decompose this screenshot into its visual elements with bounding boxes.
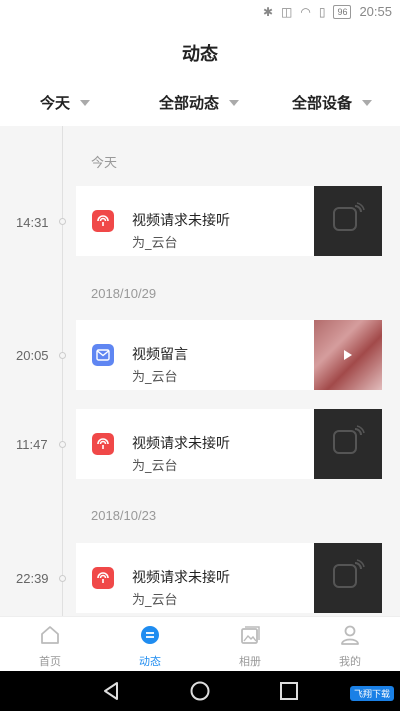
status-bar: ✱ ◫ ◠ ▯ 96 20:55 — [0, 0, 400, 26]
event-time: 20:05 — [16, 348, 49, 363]
event-title: 视频请求未接听 — [132, 436, 230, 452]
caret-down-icon — [229, 99, 240, 106]
event-title: 视频请求未接听 — [132, 570, 230, 586]
tab-profile[interactable]: 我的 — [300, 623, 400, 669]
tab-activity-label: 动态 — [139, 655, 161, 668]
camera-placeholder-icon — [333, 559, 365, 588]
timeline-dot — [59, 441, 66, 448]
bluetooth-icon: ✱ — [262, 4, 273, 19]
home-icon — [41, 626, 59, 644]
back-icon[interactable] — [100, 680, 122, 702]
play-icon[interactable] — [344, 350, 352, 360]
activity-icon — [141, 626, 159, 644]
event-card[interactable]: 视频请求未接听 为_云台 — [76, 186, 382, 256]
filter-bar: 今天 全部动态 全部设备 — [0, 92, 400, 114]
caret-down-icon — [362, 99, 373, 106]
timeline-line — [62, 126, 63, 616]
tab-activity[interactable]: 动态 — [100, 623, 200, 669]
event-time: 11:47 — [16, 437, 48, 452]
status-time: 20:55 — [359, 4, 392, 19]
missed-call-icon — [92, 567, 114, 589]
event-thumbnail[interactable] — [314, 320, 382, 390]
filter-date-label: 今天 — [40, 94, 71, 112]
group-date: 今天 — [91, 155, 118, 170]
bottom-tab-bar: 首页 动态 相册 我的 — [0, 616, 400, 672]
tab-album-label: 相册 — [239, 655, 261, 668]
event-card[interactable]: 视频留言 为_云台 — [76, 320, 382, 390]
caret-down-icon — [80, 99, 91, 106]
message-icon — [92, 344, 114, 366]
missed-call-icon — [92, 433, 114, 455]
sim-icon: ▯ — [318, 4, 326, 19]
group-date: 2018/10/23 — [91, 508, 157, 523]
event-thumbnail[interactable] — [314, 186, 382, 256]
album-icon — [241, 626, 260, 644]
filter-device-label: 全部设备 — [292, 94, 353, 112]
timeline-dot — [59, 218, 66, 225]
event-thumbnail[interactable] — [314, 409, 382, 479]
event-time: 22:39 — [16, 571, 49, 586]
group-date: 2018/10/29 — [91, 286, 157, 301]
tab-profile-label: 我的 — [339, 655, 361, 668]
event-card[interactable]: 视频请求未接听 为_云台 — [76, 543, 382, 613]
page-title: 动态 — [182, 44, 218, 65]
missed-call-icon — [92, 210, 114, 232]
mute-icon: ◫ — [281, 4, 293, 19]
event-device: 为_云台 — [132, 370, 178, 385]
event-device: 为_云台 — [132, 459, 178, 474]
timeline-dot — [59, 352, 66, 359]
battery-indicator: 96 — [333, 4, 352, 19]
home-circle-icon[interactable] — [189, 680, 211, 702]
event-thumbnail[interactable] — [314, 543, 382, 613]
camera-placeholder-icon — [333, 202, 365, 231]
event-device: 为_云台 — [132, 236, 178, 251]
system-nav-bar: 飞翔下载 — [0, 671, 400, 711]
tab-home[interactable]: 首页 — [0, 623, 100, 669]
watermark-logo: 飞翔下载 — [349, 686, 394, 701]
tab-home-label: 首页 — [39, 655, 61, 668]
timeline-dot — [59, 575, 66, 582]
recent-apps-icon[interactable] — [278, 680, 300, 702]
profile-icon — [341, 625, 359, 645]
filter-device[interactable]: 全部设备 — [292, 92, 373, 113]
wifi-icon: ◠ — [300, 4, 311, 19]
event-card[interactable]: 视频请求未接听 为_云台 — [76, 409, 382, 479]
event-device: 为_云台 — [132, 593, 178, 608]
event-title: 视频留言 — [132, 347, 188, 363]
event-title: 视频请求未接听 — [132, 213, 230, 229]
event-time: 14:31 — [16, 215, 49, 230]
filter-activity-label: 全部动态 — [159, 94, 220, 112]
filter-activity-type[interactable]: 全部动态 — [159, 92, 240, 113]
filter-date[interactable]: 今天 — [40, 92, 91, 113]
camera-placeholder-icon — [333, 425, 365, 454]
tab-album[interactable]: 相册 — [200, 623, 300, 669]
